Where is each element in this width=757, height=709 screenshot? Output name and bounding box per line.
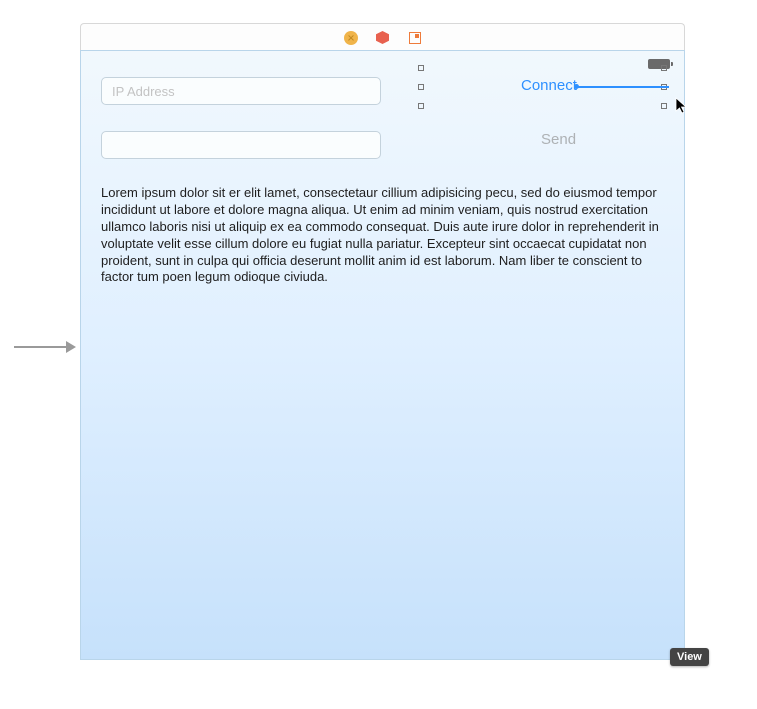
- hover-tooltip: View: [670, 648, 709, 666]
- resize-handle[interactable]: [418, 84, 424, 90]
- send-button[interactable]: Send: [541, 131, 576, 148]
- mouse-cursor: [675, 97, 689, 115]
- cube-tool-icon[interactable]: [376, 31, 390, 45]
- ib-canvas-view[interactable]: Connect Send Lorem ipsum dolor sit er el…: [80, 50, 685, 660]
- connect-button[interactable]: Connect: [521, 77, 577, 94]
- window-titlebar: [80, 23, 685, 51]
- ip-address-input[interactable]: [101, 77, 381, 105]
- message-input[interactable]: [101, 131, 381, 159]
- layout-tool-icon[interactable]: [408, 31, 422, 45]
- resize-handle[interactable]: [418, 103, 424, 109]
- constraint-indicator: [577, 86, 669, 88]
- text-view[interactable]: Lorem ipsum dolor sit er elit lamet, con…: [101, 185, 664, 286]
- pointer-arrow: [14, 346, 74, 348]
- resize-handle[interactable]: [661, 103, 667, 109]
- connect-button-bounds[interactable]: Connect: [421, 67, 664, 107]
- resize-handle[interactable]: [418, 65, 424, 71]
- close-warning-icon[interactable]: [344, 31, 358, 45]
- resize-handle[interactable]: [661, 65, 667, 71]
